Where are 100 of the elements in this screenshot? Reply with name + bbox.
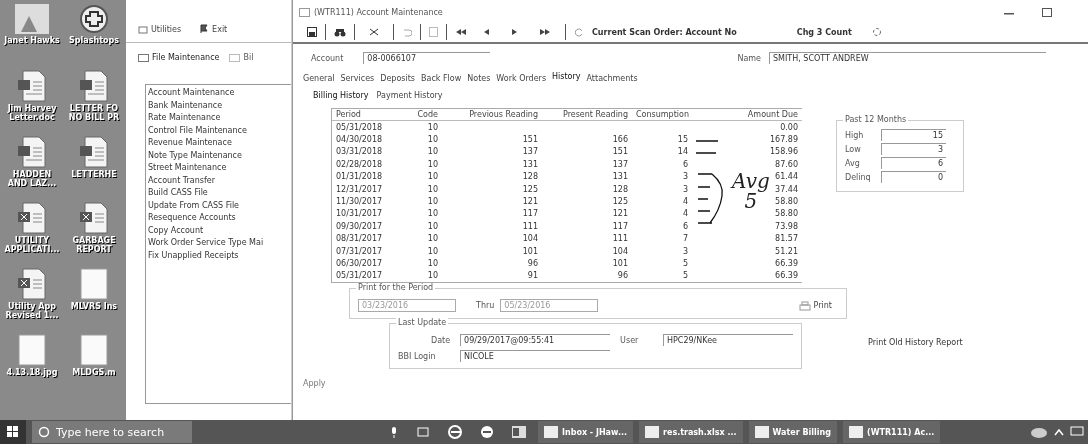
search-icon: [38, 426, 50, 438]
stat-field[interactable]: 6: [881, 157, 946, 169]
menu-list-item[interactable]: Bank Maintenance: [148, 99, 289, 112]
stat-field[interactable]: 0: [881, 171, 946, 183]
user-label: User: [620, 335, 640, 345]
account-field[interactable]: 08-0066107: [363, 52, 491, 64]
stat-field[interactable]: 3: [881, 143, 946, 155]
table-cell: 66.39: [775, 259, 798, 268]
start-button[interactable]: [0, 420, 26, 444]
tab[interactable]: Notes: [467, 74, 491, 83]
table-cell: 10: [427, 209, 438, 219]
table-cell: 09/30/2017: [336, 221, 383, 231]
maximize-icon[interactable]: [1042, 7, 1052, 17]
subtab[interactable]: Payment History: [376, 91, 443, 100]
window-title: (WTR111) Account Maintenance: [314, 7, 443, 17]
date-field[interactable]: 09/29/2017@09:55:41: [460, 334, 611, 347]
table-cell: 151: [522, 135, 538, 145]
menu-list-item[interactable]: Revenue Maintenace: [148, 137, 289, 150]
stat-label: Delinq: [845, 172, 872, 182]
utilities-button[interactable]: Utilities: [138, 24, 182, 34]
name-label: Name: [737, 53, 761, 63]
tab[interactable]: Attachments: [586, 74, 638, 83]
login-field[interactable]: NICOLE: [460, 350, 611, 363]
document-icon: [79, 136, 109, 168]
table-cell: 14: [677, 147, 688, 157]
table-cell: 7: [682, 234, 688, 244]
table-cell: 101: [522, 246, 538, 256]
table-cell: 117: [612, 221, 628, 231]
taskbar-search-field[interactable]: Type here to search: [32, 421, 192, 443]
print-old-report-button[interactable]: Print Old History Report: [862, 337, 969, 349]
table-cell: 10: [427, 271, 438, 281]
table-cell: 101: [612, 259, 628, 268]
printer-icon: [798, 300, 811, 311]
menu-list-item[interactable]: Account Transfer: [148, 174, 289, 187]
menu-list-item[interactable]: Update From CASS File: [148, 199, 289, 212]
menu-list-item[interactable]: Work Order Service Type Mai: [148, 237, 289, 250]
column-header[interactable]: Period: [332, 109, 404, 121]
table-cell: 117: [522, 209, 538, 219]
menu-list-item[interactable]: Build CASS File: [148, 187, 289, 200]
panel-title: Print for the Period: [356, 283, 436, 293]
taskbar-app-button[interactable]: Water Billing: [748, 421, 837, 443]
cloud-icon[interactable]: [1030, 426, 1048, 438]
tab[interactable]: Work Orders: [496, 74, 547, 83]
menu-list-item[interactable]: Note Type Maintenance: [148, 149, 289, 162]
column-header[interactable]: Code: [404, 109, 442, 121]
taskbar-app-button[interactable]: res.trash.xlsx ...: [639, 421, 743, 443]
table-cell: 10: [427, 259, 438, 268]
network-icon[interactable]: [1070, 426, 1084, 438]
table-cell: 10: [427, 221, 438, 231]
file-icon: [79, 268, 109, 300]
scan-order-label: Current Scan Order: Account No: [592, 27, 737, 37]
stat-label: Low: [845, 144, 862, 154]
plus-circle-icon: [79, 4, 109, 34]
table-cell: 10/31/2017: [336, 209, 383, 219]
menu-tab[interactable]: File Maintenance: [138, 53, 220, 62]
menu-list-item[interactable]: Account Maintenance: [148, 87, 289, 100]
chevron-up-icon[interactable]: [1054, 428, 1064, 436]
apply-button[interactable]: Apply: [293, 369, 1088, 389]
tab[interactable]: General: [303, 74, 335, 83]
document-icon: [17, 70, 47, 102]
table-cell: 104: [522, 234, 538, 244]
user-field[interactable]: HPC29/NKee: [663, 334, 793, 347]
table-cell: 02/28/2018: [336, 159, 383, 169]
menu-tab[interactable]: Bil: [229, 53, 254, 62]
table-cell: 05/31/2017: [336, 271, 383, 281]
tab[interactable]: Back Flow: [421, 74, 462, 83]
subtab[interactable]: Billing History: [313, 91, 369, 100]
menu-list-item[interactable]: Rate Maintenance: [148, 112, 289, 125]
tab[interactable]: Services: [340, 74, 375, 83]
table-cell: 131: [522, 159, 538, 169]
column-header[interactable]: Consumption: [632, 109, 692, 121]
print-button[interactable]: Print: [792, 299, 838, 312]
tab[interactable]: Deposits: [380, 74, 415, 83]
taskbar-app-button[interactable]: (WTR111) Ac...: [843, 421, 941, 443]
table-cell: 96: [527, 259, 538, 268]
table-cell: 66.39: [775, 271, 798, 281]
menu-list-item[interactable]: Fix Unapplied Receipts: [148, 249, 289, 262]
menu-list-item[interactable]: Copy Account: [148, 224, 289, 237]
table-cell: 87.60: [775, 159, 798, 169]
window-icon: [754, 426, 769, 438]
table-cell: 3: [682, 172, 688, 182]
table-cell: 121: [522, 197, 538, 207]
table-cell: 10: [427, 135, 438, 145]
name-field[interactable]: SMITH, SCOTT ANDREW: [769, 52, 1046, 64]
refresh-icon[interactable]: [871, 27, 882, 37]
column-header[interactable]: Amount Due: [692, 109, 802, 121]
table-cell: 5: [682, 259, 688, 268]
column-header[interactable]: Present Reading: [542, 109, 632, 121]
table-cell: 137: [522, 147, 538, 157]
table-cell: 166: [612, 135, 628, 145]
exit-button[interactable]: Exit: [199, 24, 228, 34]
taskbar-app-button[interactable]: Inbox - JHaw...: [538, 421, 633, 443]
column-header[interactable]: Previous Reading: [442, 109, 542, 121]
tab[interactable]: History: [552, 72, 581, 81]
stat-field[interactable]: 15: [881, 129, 946, 141]
menu-list-item[interactable]: Control File Maintenance: [148, 124, 289, 137]
menu-list-item[interactable]: Resequence Accounts: [148, 212, 289, 225]
menu-list-item[interactable]: Street Maintenance: [148, 162, 289, 175]
table-cell: 07/31/2017: [336, 246, 383, 256]
spreadsheet-icon: [17, 268, 47, 300]
